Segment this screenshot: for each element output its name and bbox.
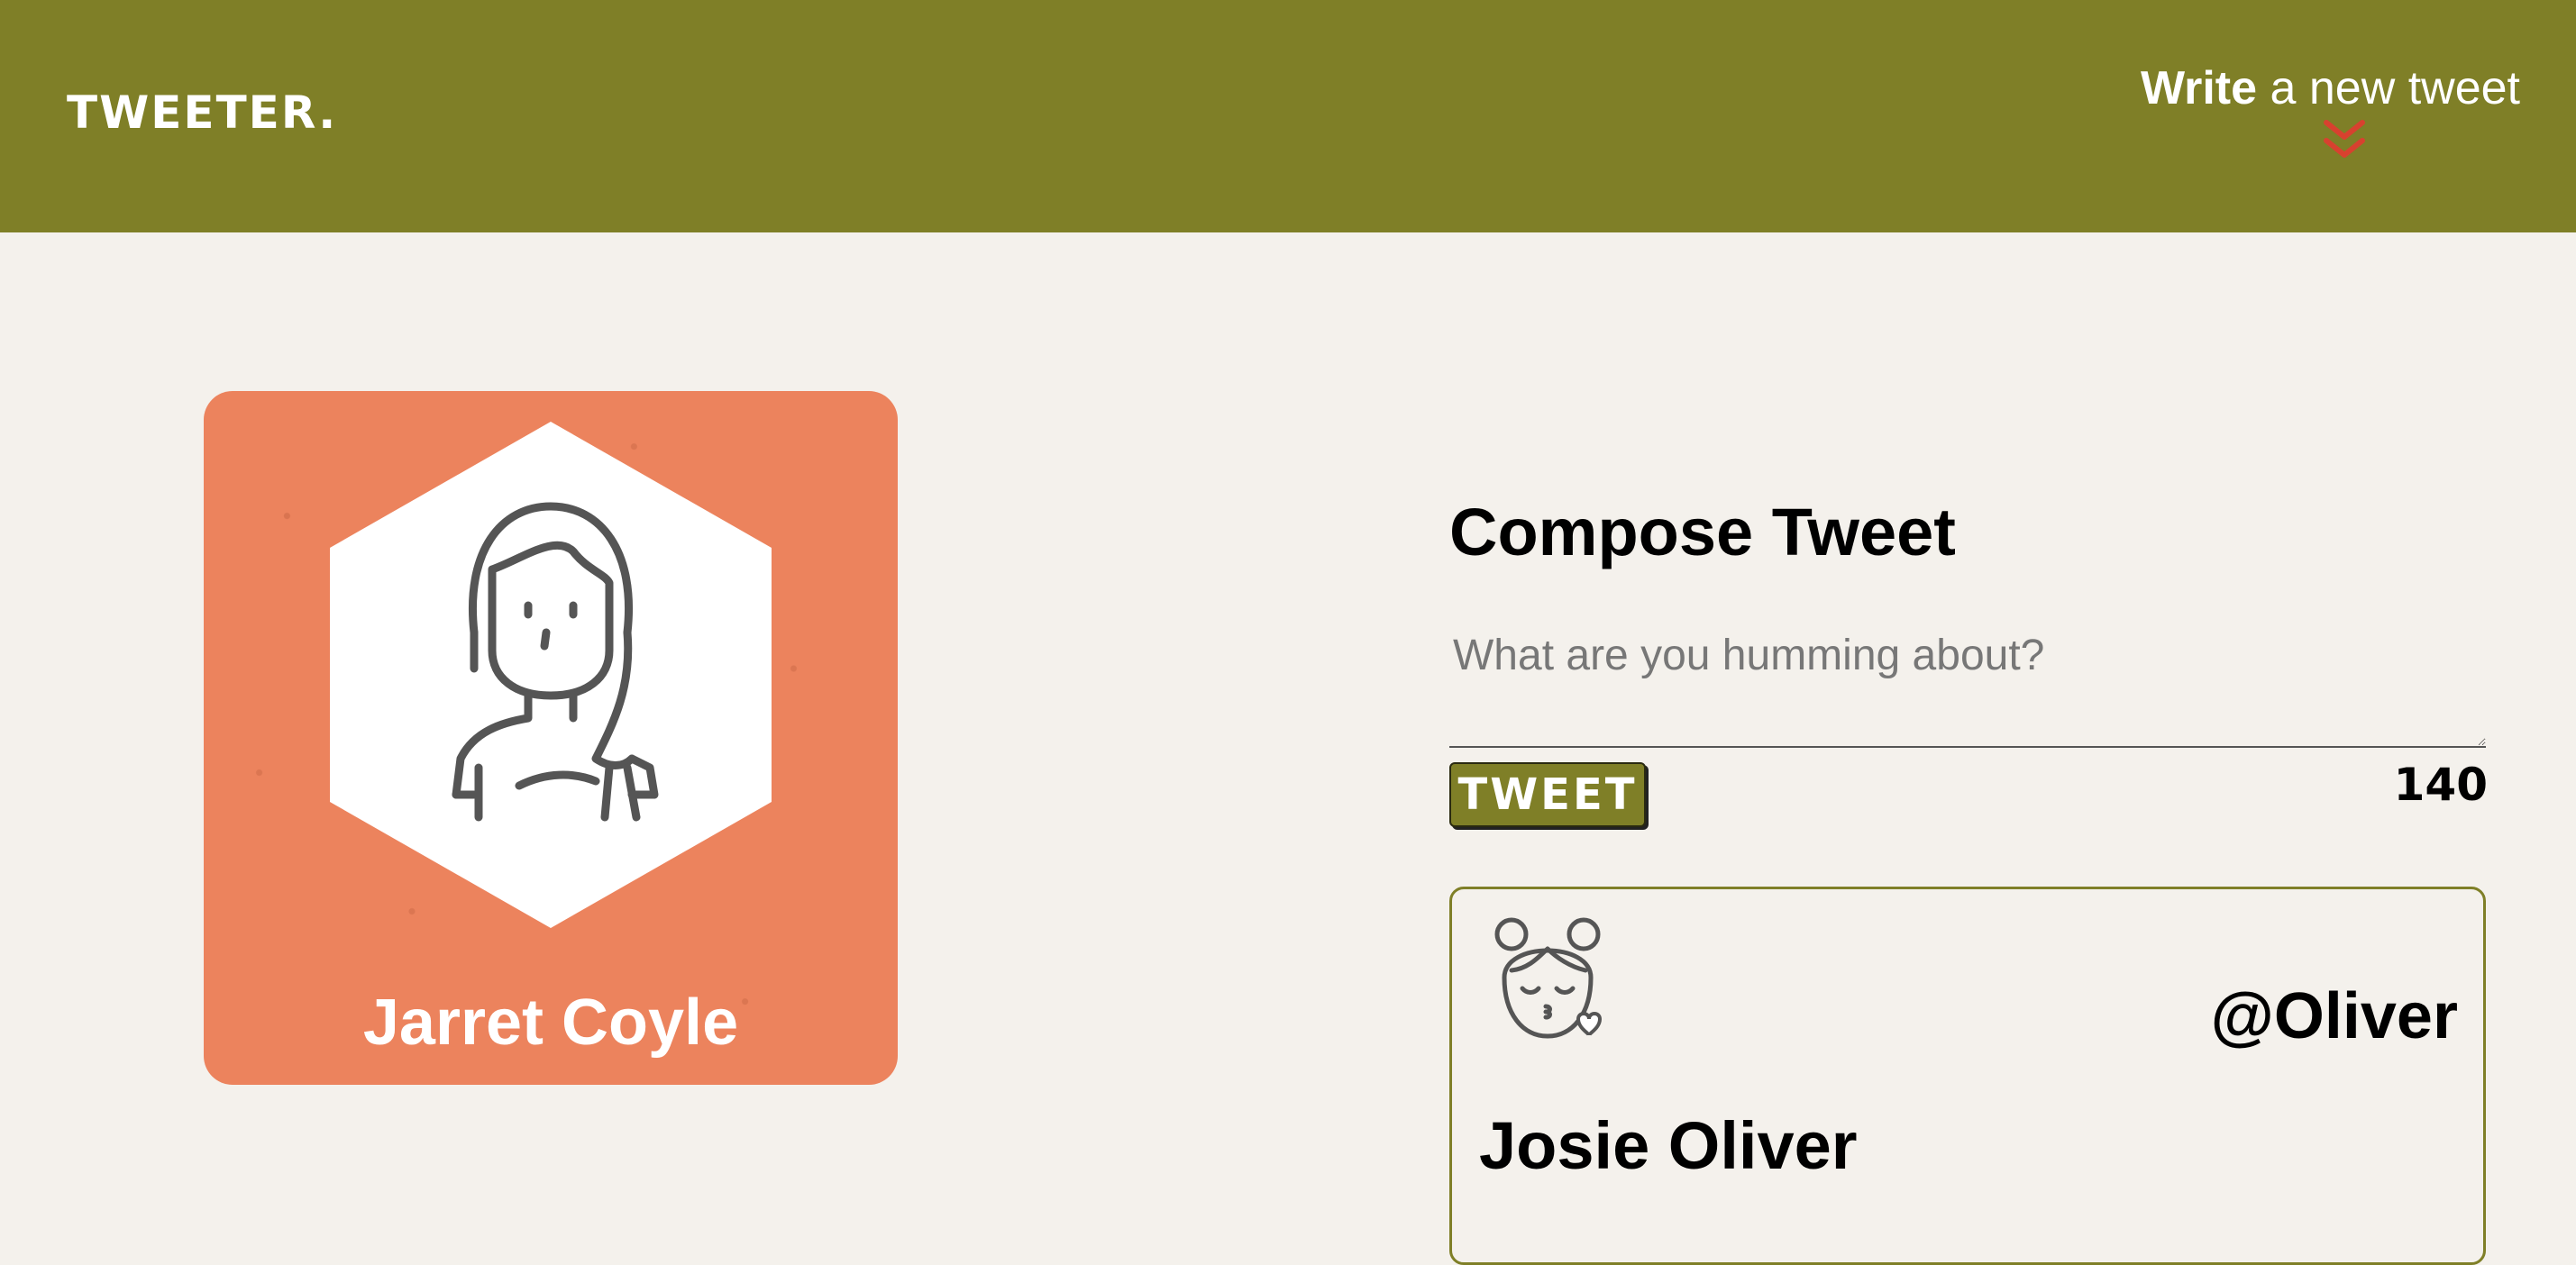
brand-logo[interactable]: TWEETER. bbox=[67, 86, 337, 139]
character-counter: 140 bbox=[2393, 759, 2488, 811]
kissing-girl-avatar-icon bbox=[1494, 917, 1603, 1039]
profile-name: Jarret Coyle bbox=[362, 987, 739, 1059]
girl-avatar-icon bbox=[452, 502, 659, 822]
write-rest-text: a new tweet bbox=[2257, 62, 2520, 114]
tweet-button[interactable]: TWEET bbox=[1449, 762, 1646, 827]
write-new-tweet-link[interactable]: Write a new tweet bbox=[2141, 61, 2520, 115]
navbar: TWEETER. Write a new tweet bbox=[0, 0, 2576, 232]
tweet-author-name: Josie Oliver bbox=[1479, 1108, 1858, 1183]
double-chevron-down-icon[interactable] bbox=[2321, 117, 2368, 162]
tweet-handle: @Oliver bbox=[2210, 980, 2458, 1052]
write-strong-text: Write bbox=[2140, 62, 2258, 114]
compose-title: Compose Tweet bbox=[1449, 495, 1956, 569]
tweet-card: @Oliver Josie Oliver bbox=[1449, 887, 2486, 1265]
profile-card: Jarret Coyle bbox=[204, 391, 898, 1085]
tweet-input[interactable] bbox=[1449, 631, 2486, 748]
